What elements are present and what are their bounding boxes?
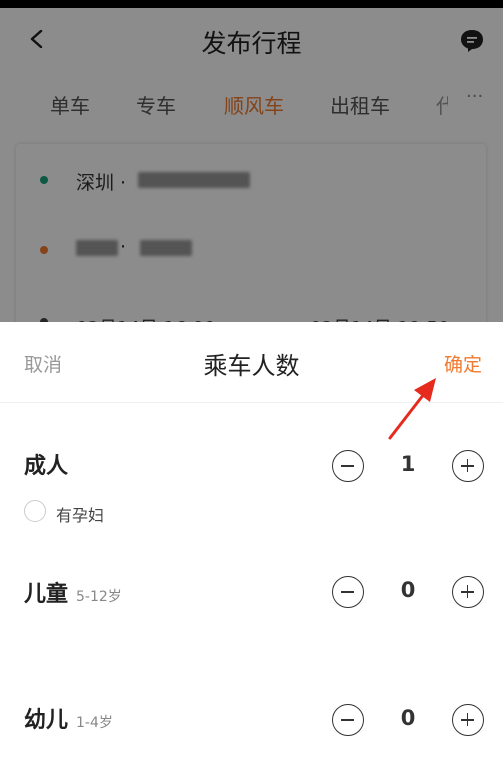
infant-label-text: 幼儿 (24, 708, 69, 733)
infant-plus-icon[interactable] (452, 704, 484, 736)
child-count: 0 (400, 578, 416, 602)
child-row: 儿童 5-12岁 0 (0, 572, 503, 632)
pregnant-label: 有孕妇 (56, 506, 105, 525)
child-age-range: 5-12岁 (76, 589, 122, 605)
adult-plus-icon[interactable] (452, 450, 484, 482)
adult-stepper: 1 (332, 450, 484, 484)
background-page: 发布行程 单车 专车 顺风车 出租车 代驾 ··· 深圳 · · 02月14日 … (0, 0, 503, 322)
infant-label: 幼儿 1-4岁 (24, 702, 113, 734)
adult-label-text: 成人 (24, 454, 69, 479)
child-minus-icon[interactable] (332, 576, 364, 608)
adult-count: 1 (400, 452, 416, 476)
infant-stepper: 0 (332, 704, 484, 738)
child-label: 儿童 5-12岁 (24, 576, 122, 608)
sheet-header: 取消 乘车人数 确定 (0, 322, 503, 440)
infant-count: 0 (400, 706, 416, 730)
passenger-count-sheet: 取消 乘车人数 确定 成人 1 有孕妇 儿童 5-12岁 0 幼儿 1-4岁 0 (0, 322, 503, 736)
infant-age-range: 1-4岁 (76, 715, 113, 731)
infant-minus-icon[interactable] (332, 704, 364, 736)
child-label-text: 儿童 (24, 582, 69, 607)
adult-minus-icon[interactable] (332, 450, 364, 482)
adult-row: 成人 1 (0, 444, 503, 504)
confirm-button[interactable]: 确定 (444, 350, 482, 377)
child-plus-icon[interactable] (452, 576, 484, 608)
child-stepper: 0 (332, 576, 484, 610)
dim-overlay[interactable] (0, 0, 503, 322)
red-arrow-icon (388, 378, 436, 440)
pregnant-radio[interactable] (24, 500, 46, 522)
adult-label: 成人 (24, 448, 68, 480)
infant-row: 幼儿 1-4岁 0 (0, 700, 503, 760)
